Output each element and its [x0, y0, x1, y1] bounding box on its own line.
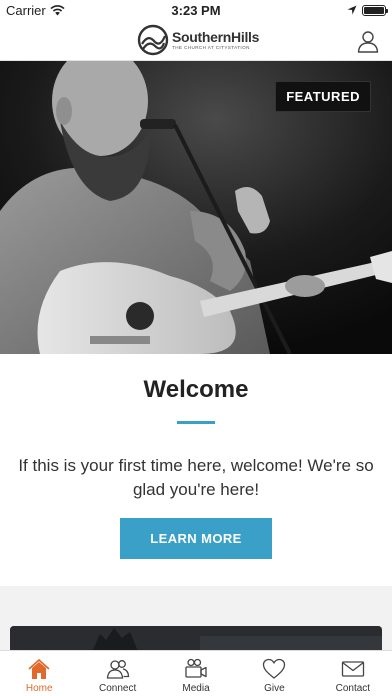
title-divider — [177, 421, 215, 424]
logo-mark-icon — [137, 24, 169, 56]
logo-name: SouthernHills — [172, 28, 260, 45]
tab-contact[interactable]: Contact — [314, 651, 392, 696]
app-header: SouthernHills THE CHURCH AT CITYSTATION — [0, 20, 392, 61]
video-camera-icon — [185, 658, 207, 678]
tab-media[interactable]: Media — [157, 651, 235, 696]
heart-icon — [263, 658, 286, 679]
battery-level — [364, 6, 384, 14]
church-logo[interactable]: SouthernHills THE CHURCH AT CITYSTATION — [137, 24, 259, 56]
people-icon — [106, 660, 129, 679]
bottom-tab-bar: Home Connect Media Give Contact — [0, 650, 392, 696]
tab-label-home: Home — [25, 683, 53, 694]
welcome-card: Welcome If this is your first time here,… — [0, 354, 392, 586]
tab-label-media: Media — [182, 683, 210, 694]
tab-give[interactable]: Give — [235, 651, 313, 696]
tab-home[interactable]: Home — [0, 651, 78, 696]
user-icon[interactable] — [356, 29, 380, 53]
logo-text: SouthernHills THE CHURCH AT CITYSTATION — [172, 30, 259, 51]
learn-more-button[interactable]: LEARN MORE — [120, 518, 272, 559]
envelope-icon — [341, 661, 364, 677]
status-bar: Carrier 3:23 PM — [0, 0, 392, 20]
status-time: 3:23 PM — [171, 2, 221, 18]
tab-connect[interactable]: Connect — [78, 651, 156, 696]
battery-icon — [362, 4, 388, 16]
logo-subtitle: THE CHURCH AT CITYSTATION — [172, 44, 250, 50]
featured-hero-image[interactable]: FEATURED — [0, 61, 392, 354]
welcome-text: If this is your first time here, welcome… — [18, 456, 374, 499]
tab-label-give: Give — [264, 683, 285, 694]
tab-label-connect: Connect — [98, 683, 137, 694]
tab-label-contact: Contact — [335, 683, 371, 694]
featured-badge: FEATURED — [275, 81, 371, 112]
home-icon — [28, 659, 50, 679]
welcome-title: Welcome — [143, 376, 249, 403]
